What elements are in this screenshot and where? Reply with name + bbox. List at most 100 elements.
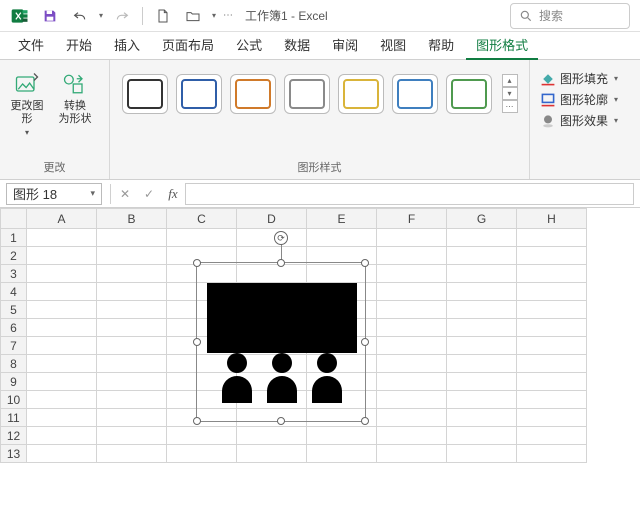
cell[interactable] — [27, 445, 97, 463]
style-swatch[interactable] — [338, 74, 384, 114]
cell[interactable] — [377, 283, 447, 301]
cell[interactable] — [377, 301, 447, 319]
cell[interactable] — [27, 355, 97, 373]
cell[interactable] — [27, 265, 97, 283]
tab-file[interactable]: 文件 — [8, 31, 54, 60]
cell[interactable] — [307, 427, 377, 445]
cell[interactable] — [377, 247, 447, 265]
cell[interactable] — [377, 337, 447, 355]
cell[interactable] — [377, 409, 447, 427]
style-swatch[interactable] — [392, 74, 438, 114]
resize-handle[interactable] — [277, 259, 285, 267]
fx-icon[interactable]: fx — [161, 186, 185, 202]
gallery-more-button[interactable]: ⋯ — [502, 100, 518, 113]
row-header[interactable]: 9 — [1, 373, 27, 391]
cell[interactable] — [377, 445, 447, 463]
rotation-handle[interactable]: ⟳ — [274, 231, 288, 245]
cell[interactable] — [97, 301, 167, 319]
resize-handle[interactable] — [361, 338, 369, 346]
row-header[interactable]: 6 — [1, 319, 27, 337]
row-header[interactable]: 5 — [1, 301, 27, 319]
change-graphic-button[interactable]: 更改图 形 ▾ — [6, 64, 48, 138]
resize-handle[interactable] — [193, 338, 201, 346]
cell[interactable] — [237, 445, 307, 463]
row-header[interactable]: 8 — [1, 355, 27, 373]
cell[interactable] — [447, 247, 517, 265]
cell[interactable] — [447, 427, 517, 445]
cell[interactable] — [447, 391, 517, 409]
column-header[interactable]: D — [237, 209, 307, 229]
cell[interactable] — [517, 265, 587, 283]
cell[interactable] — [377, 229, 447, 247]
resize-handle[interactable] — [277, 417, 285, 425]
cell[interactable] — [517, 373, 587, 391]
gallery-up-button[interactable]: ▴ — [502, 74, 518, 87]
style-swatch[interactable] — [446, 74, 492, 114]
column-header[interactable]: F — [377, 209, 447, 229]
cell[interactable] — [517, 247, 587, 265]
cell[interactable] — [377, 391, 447, 409]
cell[interactable] — [447, 265, 517, 283]
cell[interactable] — [97, 445, 167, 463]
column-header[interactable]: C — [167, 209, 237, 229]
cell[interactable] — [517, 445, 587, 463]
new-file-button[interactable] — [149, 3, 177, 29]
column-header[interactable]: B — [97, 209, 167, 229]
cell[interactable] — [447, 337, 517, 355]
cell[interactable] — [517, 229, 587, 247]
column-header[interactable]: G — [447, 209, 517, 229]
cell[interactable] — [167, 445, 237, 463]
cancel-formula-button[interactable]: ✕ — [113, 183, 137, 205]
qat-customize[interactable]: ⋯ — [221, 3, 235, 29]
cell[interactable] — [27, 319, 97, 337]
cell[interactable] — [27, 373, 97, 391]
row-header[interactable]: 7 — [1, 337, 27, 355]
tab-help[interactable]: 帮助 — [418, 31, 464, 60]
gallery-down-button[interactable]: ▾ — [502, 87, 518, 100]
column-header[interactable]: E — [307, 209, 377, 229]
tab-data[interactable]: 数据 — [274, 31, 320, 60]
row-header[interactable]: 12 — [1, 427, 27, 445]
cell[interactable] — [167, 427, 237, 445]
style-swatch[interactable] — [230, 74, 276, 114]
cell[interactable] — [97, 337, 167, 355]
style-swatch[interactable] — [284, 74, 330, 114]
row-header[interactable]: 4 — [1, 283, 27, 301]
cell[interactable] — [237, 427, 307, 445]
cell[interactable] — [27, 427, 97, 445]
row-header[interactable]: 11 — [1, 409, 27, 427]
cell[interactable] — [447, 373, 517, 391]
name-box[interactable]: 图形 18 ▾ — [6, 183, 102, 205]
cell[interactable] — [517, 427, 587, 445]
cell[interactable] — [27, 409, 97, 427]
cell[interactable] — [377, 319, 447, 337]
resize-handle[interactable] — [361, 417, 369, 425]
cell[interactable] — [447, 319, 517, 337]
save-button[interactable] — [36, 3, 64, 29]
cell[interactable] — [97, 391, 167, 409]
inserted-graphic-cinema-icon[interactable] — [207, 283, 357, 403]
search-box[interactable]: 搜索 — [510, 3, 630, 29]
resize-handle[interactable] — [361, 259, 369, 267]
cell[interactable] — [97, 319, 167, 337]
column-header[interactable]: A — [27, 209, 97, 229]
cell[interactable] — [27, 247, 97, 265]
cell[interactable] — [517, 337, 587, 355]
cell[interactable] — [97, 373, 167, 391]
cell[interactable] — [517, 355, 587, 373]
tab-review[interactable]: 审阅 — [322, 31, 368, 60]
redo-button[interactable] — [108, 3, 136, 29]
cell[interactable] — [237, 229, 307, 247]
tab-graphic-format[interactable]: 图形格式 — [466, 31, 538, 60]
cell[interactable] — [377, 355, 447, 373]
cell[interactable] — [97, 355, 167, 373]
cell[interactable] — [517, 319, 587, 337]
cell[interactable] — [167, 229, 237, 247]
cell[interactable] — [517, 283, 587, 301]
cell[interactable] — [97, 247, 167, 265]
cell[interactable] — [377, 427, 447, 445]
tab-page-layout[interactable]: 页面布局 — [152, 31, 224, 60]
tab-view[interactable]: 视图 — [370, 31, 416, 60]
select-all-corner[interactable] — [1, 209, 27, 229]
cell[interactable] — [307, 229, 377, 247]
